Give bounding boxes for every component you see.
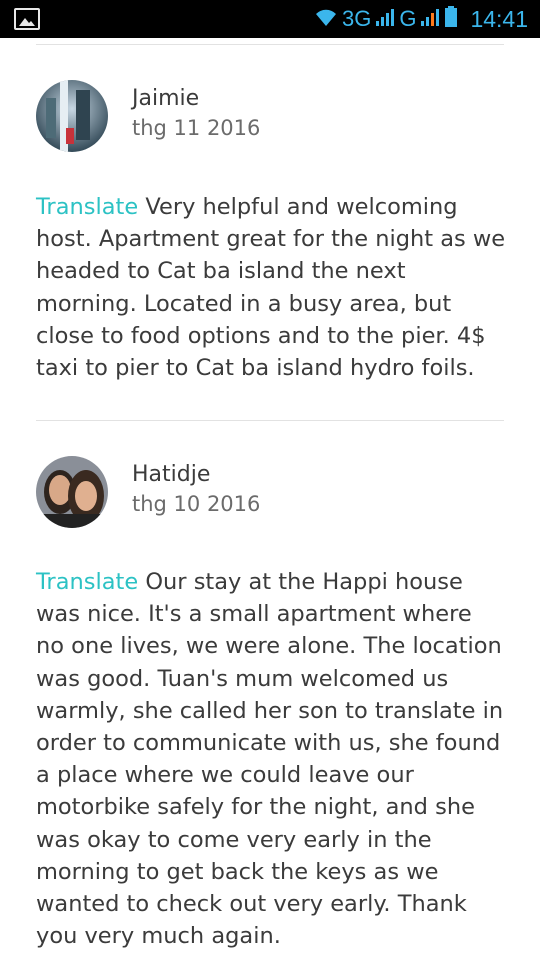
network-type-3g: 3G <box>341 6 372 31</box>
avatar[interactable] <box>36 456 108 528</box>
divider <box>36 44 504 45</box>
review-body: Our stay at the Happi house was nice. It… <box>36 569 504 950</box>
wifi-icon <box>314 7 338 32</box>
battery-icon <box>444 5 458 33</box>
image-notification-icon <box>14 8 40 30</box>
translate-link[interactable]: Translate <box>36 194 138 220</box>
status-bar: 3G G 14:41 <box>0 0 540 38</box>
network-type-g: G <box>399 6 417 31</box>
review-text: Translate Very helpful and welcoming hos… <box>36 191 506 384</box>
signal-icon-2 <box>420 7 440 32</box>
avatar[interactable] <box>36 80 108 152</box>
review-date: thg 11 2016 <box>132 116 261 140</box>
signal-icon <box>375 7 395 32</box>
status-indicators: 3G G 14:41 <box>314 0 528 38</box>
reviewer-name: Hatidje <box>132 462 211 487</box>
reviewer-name: Jaimie <box>132 86 200 111</box>
translate-link[interactable]: Translate <box>36 569 138 595</box>
review-body: Very helpful and welcoming host. Apartme… <box>36 194 506 382</box>
review-text: Translate Our stay at the Happi house wa… <box>36 566 506 952</box>
divider <box>36 420 504 421</box>
clock: 14:41 <box>470 5 528 32</box>
review-date: thg 10 2016 <box>132 492 261 516</box>
